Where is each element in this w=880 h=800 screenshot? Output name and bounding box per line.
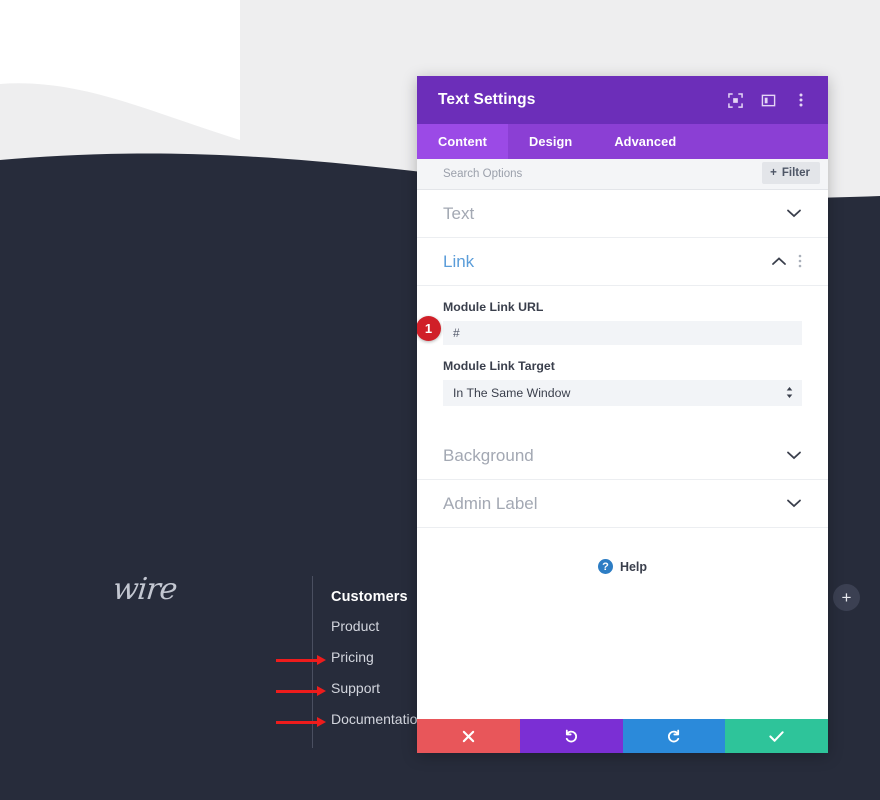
annotation-arrow-support (276, 686, 326, 696)
select-arrows-icon (786, 387, 793, 400)
checkmark-icon (769, 730, 784, 742)
filter-button[interactable]: + Filter (762, 162, 820, 184)
module-link-url-field: Module Link URL 1 # (417, 286, 828, 345)
close-icon (462, 730, 475, 742)
layout-panel-icon[interactable] (759, 91, 777, 109)
section-toggle-background[interactable]: Background (417, 432, 828, 480)
section-options-kebab-icon[interactable] (798, 254, 802, 270)
cancel-button[interactable] (417, 719, 520, 753)
step-badge-1: 1 (417, 316, 441, 341)
section-label-text: Text (443, 203, 475, 223)
help-button[interactable]: ? Help (417, 528, 828, 574)
tab-advanced[interactable]: Advanced (593, 124, 697, 159)
tab-design[interactable]: Design (508, 124, 593, 159)
plus-icon: + (770, 167, 777, 179)
undo-button[interactable] (519, 719, 623, 753)
question-mark-icon: ? (597, 559, 613, 574)
chevron-down-icon[interactable] (786, 209, 802, 218)
modal-title: Text Settings (438, 91, 536, 108)
fullscreen-icon[interactable] (726, 91, 744, 109)
modal-body: Text Link Module Link URL 1 # Module Lin… (417, 190, 828, 719)
module-link-url-input[interactable]: 1 # (417, 316, 802, 345)
module-link-target-value: In The Same Window (453, 386, 571, 400)
annotation-arrow-pricing (276, 655, 326, 665)
site-logo[interactable]: wire (111, 572, 178, 607)
section-toggle-text[interactable]: Text (417, 190, 828, 238)
plus-icon: + (841, 588, 852, 607)
link-section-spacer (417, 406, 828, 432)
section-label-admin-label: Admin Label (443, 493, 538, 513)
add-section-button[interactable]: + (833, 584, 860, 611)
filter-label: Filter (781, 167, 810, 179)
module-link-target-field: Module Link Target In The Same Window (417, 345, 828, 406)
modal-footer (417, 719, 828, 753)
kebab-menu-icon[interactable] (792, 91, 810, 109)
module-link-target-label: Module Link Target (443, 359, 555, 373)
text-settings-modal: Text Settings Content Design Advanced Se… (417, 76, 828, 753)
screenshot-root: + wire Customers Product Pricing Support… (0, 0, 880, 800)
help-label: Help (619, 559, 648, 574)
modal-header-actions (726, 91, 810, 109)
tab-content[interactable]: Content (417, 124, 509, 159)
redo-icon (668, 729, 680, 742)
module-link-target-select[interactable]: In The Same Window (443, 380, 802, 406)
modal-tabs: Content Design Advanced (417, 124, 828, 159)
save-button[interactable] (725, 719, 828, 753)
annotation-arrow-documentation (276, 717, 326, 727)
module-link-url-label: Module Link URL (443, 300, 544, 314)
redo-button[interactable] (622, 719, 726, 753)
chevron-down-icon[interactable] (786, 499, 802, 508)
chevron-down-icon[interactable] (786, 451, 802, 460)
undo-icon (565, 729, 577, 742)
section-toggle-link[interactable]: Link (417, 238, 828, 286)
section-label-link: Link (443, 251, 475, 271)
search-options-bar: Search Options + Filter (417, 159, 828, 190)
section-label-background: Background (443, 445, 534, 465)
section-toggle-admin-label[interactable]: Admin Label (417, 480, 828, 528)
module-link-url-value: # (453, 326, 460, 340)
modal-header: Text Settings (417, 76, 828, 124)
chevron-up-icon[interactable] (771, 257, 787, 266)
